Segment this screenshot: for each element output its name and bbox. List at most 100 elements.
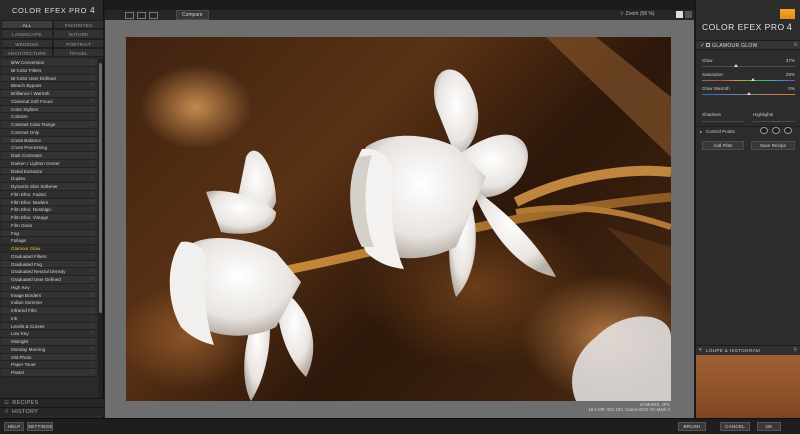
filter-list-item[interactable]: Cross Balance ☆ <box>1 136 97 145</box>
save-recipe-button[interactable]: Save Recipe <box>751 141 795 150</box>
filter-list-item[interactable]: B/W Conversion ☆ <box>1 59 97 67</box>
preview-image[interactable] <box>126 37 671 401</box>
favorite-star-icon[interactable]: ☆ <box>90 338 94 346</box>
glow-warmth-slider[interactable]: Glow Warmth 0% <box>702 86 795 95</box>
zoom-control[interactable]: ⚲ Zoom (58 %) <box>620 11 655 17</box>
filter-list-item[interactable]: Fog ☆ <box>1 229 97 238</box>
filter-list-item[interactable]: Graduated User Defined ☆ <box>1 276 97 284</box>
saturation-thumb[interactable] <box>751 78 756 81</box>
filter-list-item[interactable]: Dark Contrasts ☆ <box>1 152 97 160</box>
favorite-star-icon[interactable]: ☆ <box>90 152 94 160</box>
favorite-star-icon[interactable]: ☆ <box>90 346 94 354</box>
favorite-star-icon[interactable]: ☆ <box>90 354 94 362</box>
filter-list-item[interactable]: Infrared Film ☆ <box>1 307 97 315</box>
filter-list-item[interactable]: Classical Soft Focus ☆ <box>1 97 97 106</box>
filter-list-item[interactable]: Cross Processing ☆ <box>1 144 97 152</box>
favorite-star-icon[interactable]: ☆ <box>90 199 94 207</box>
filter-list-item[interactable]: Brilliance / Warmth ☆ <box>1 90 97 98</box>
favorite-star-icon[interactable]: ☆ <box>90 214 94 222</box>
favorite-star-icon[interactable]: ☆ <box>90 168 94 176</box>
enable-filter-checkbox-icon[interactable]: ✓ <box>700 42 705 49</box>
highlights-track[interactable] <box>753 121 795 122</box>
favorite-star-icon[interactable]: ☆ <box>90 206 94 214</box>
filter-list-item[interactable]: Film Efex: Nostalgic ☆ <box>1 206 97 214</box>
cancel-button[interactable]: CANCEL <box>720 422 750 431</box>
ok-button[interactable]: OK <box>757 422 781 431</box>
shadows-track[interactable] <box>702 121 744 122</box>
glow-thumb[interactable] <box>734 64 739 67</box>
filter-list-item[interactable]: Bleach Bypass ☆ <box>1 82 97 90</box>
compare-button[interactable]: Compare <box>176 10 209 20</box>
filter-list-item[interactable]: Contrast Only ☆ <box>1 128 97 137</box>
favorite-star-icon[interactable]: ☆ <box>90 137 94 145</box>
favorite-star-icon[interactable]: ☆ <box>90 253 94 261</box>
saturation-slider[interactable]: Saturation 29% <box>702 72 795 81</box>
filter-list-item[interactable]: Film Grain ☆ <box>1 221 97 230</box>
favorite-star-icon[interactable]: ☆ <box>90 237 94 245</box>
loupe-histogram-header[interactable]: ▾ LOUPE & HISTOGRAM ⚲ <box>696 345 800 354</box>
add-control-point-icon[interactable] <box>760 127 768 134</box>
brush-button[interactable]: BRUSH <box>678 422 706 431</box>
filter-list-item[interactable]: Detail Extractor ☆ <box>1 167 97 176</box>
filter-list-item[interactable]: Color Stylizer ☆ <box>1 105 97 114</box>
favorite-star-icon[interactable]: ☆ <box>90 75 94 83</box>
filter-list-item[interactable]: Monday Morning ☆ <box>1 345 97 354</box>
favorite-star-icon[interactable]: ☆ <box>90 315 94 323</box>
filter-list-item[interactable]: Levels & Curves ☆ <box>1 322 97 331</box>
category-tab-nature[interactable]: NATURE <box>53 29 104 39</box>
filter-list-item[interactable]: Contrast Color Range ☆ <box>1 121 97 129</box>
single-view-icon[interactable] <box>125 11 134 19</box>
favorite-star-icon[interactable]: ☆ <box>90 98 94 106</box>
filter-list-item[interactable]: Graduated Fog ☆ <box>1 260 97 269</box>
filter-list-item[interactable]: Darken / Lighten Center ☆ <box>1 159 97 168</box>
filter-list-item[interactable]: High Key ☆ <box>1 283 97 292</box>
favorite-star-icon[interactable]: ☆ <box>90 361 94 369</box>
filter-list-item[interactable]: Graduated Neutral Density ☆ <box>1 268 97 276</box>
favorite-star-icon[interactable]: ☆ <box>90 261 94 269</box>
gray-background-icon[interactable] <box>685 11 692 18</box>
favorite-star-icon[interactable]: ☆ <box>90 90 94 98</box>
category-tab-favorites[interactable]: FAVORITES <box>53 20 104 30</box>
favorite-star-icon[interactable]: ☆ <box>90 59 94 67</box>
favorite-star-icon[interactable]: ☆ <box>90 369 94 377</box>
filter-list-item[interactable]: Midnight ☆ <box>1 338 97 346</box>
filter-list-item[interactable]: Old Photo ☆ <box>1 353 97 362</box>
category-tab-portrait[interactable]: PORTRAIT <box>53 38 104 48</box>
favorite-star-icon[interactable]: ☆ <box>90 144 94 152</box>
settings-button[interactable]: SETTINGS <box>27 422 53 431</box>
favorite-star-icon[interactable]: ☆ <box>90 183 94 191</box>
filter-list-item[interactable]: Foliage ☆ <box>1 237 97 245</box>
favorite-star-icon[interactable]: ☆ <box>90 82 94 90</box>
filter-list-item[interactable]: Pastel ☆ <box>1 369 97 377</box>
filter-list-item[interactable]: Graduated Filters ☆ <box>1 252 97 261</box>
category-tab-landscape[interactable]: LANDSCAPE <box>1 29 53 39</box>
history-section[interactable]: ↺ HISTORY <box>0 407 104 416</box>
favorite-star-icon[interactable]: ☆ <box>90 276 94 284</box>
filter-list-item[interactable]: Film Efex: Modern ☆ <box>1 198 97 207</box>
filter-list-item[interactable]: Dynamic Skin Softener ☆ <box>1 183 97 191</box>
favorite-star-icon[interactable]: ☆ <box>90 175 94 183</box>
filter-header[interactable]: ✓ GLAMOUR GLOW ⚙ <box>696 40 800 50</box>
filter-list-item[interactable]: Duplex ☆ <box>1 175 97 183</box>
add-filter-button[interactable]: Add Filter <box>702 141 744 150</box>
filter-list-item[interactable]: Ink ☆ <box>1 314 97 323</box>
category-tab-travel[interactable]: TRAVEL <box>53 47 104 58</box>
favorite-star-icon[interactable]: ☆ <box>90 67 94 75</box>
saturation-track[interactable] <box>702 80 795 81</box>
favorite-star-icon[interactable]: ☆ <box>90 323 94 331</box>
filter-list-item[interactable]: Glamour Glow ☆ <box>1 245 97 253</box>
glow-warmth-thumb[interactable] <box>746 92 751 95</box>
favorite-star-icon[interactable]: ☆ <box>90 222 94 230</box>
filter-list-item[interactable]: Film Efex: Faded ☆ <box>1 190 97 199</box>
category-tab-wedding[interactable]: WEDDING <box>1 38 53 48</box>
filter-list-item[interactable]: Indian Summer ☆ <box>1 299 97 307</box>
filter-list-item[interactable]: Colorize ☆ <box>1 113 97 121</box>
filter-list-item[interactable]: Bi-Color User Defined ☆ <box>1 74 97 83</box>
glow-slider[interactable]: Glow 37% <box>702 58 795 67</box>
favorite-star-icon[interactable]: ☆ <box>90 245 94 253</box>
category-tab-architecture[interactable]: ARCHITECTURE <box>1 47 53 58</box>
filter-options-icon[interactable]: ⚙ <box>794 42 798 48</box>
favorite-star-icon[interactable]: ☆ <box>90 129 94 137</box>
add-negative-control-point-icon[interactable] <box>772 127 780 134</box>
loupe-magnifier-icon[interactable]: ⚲ <box>793 347 797 353</box>
